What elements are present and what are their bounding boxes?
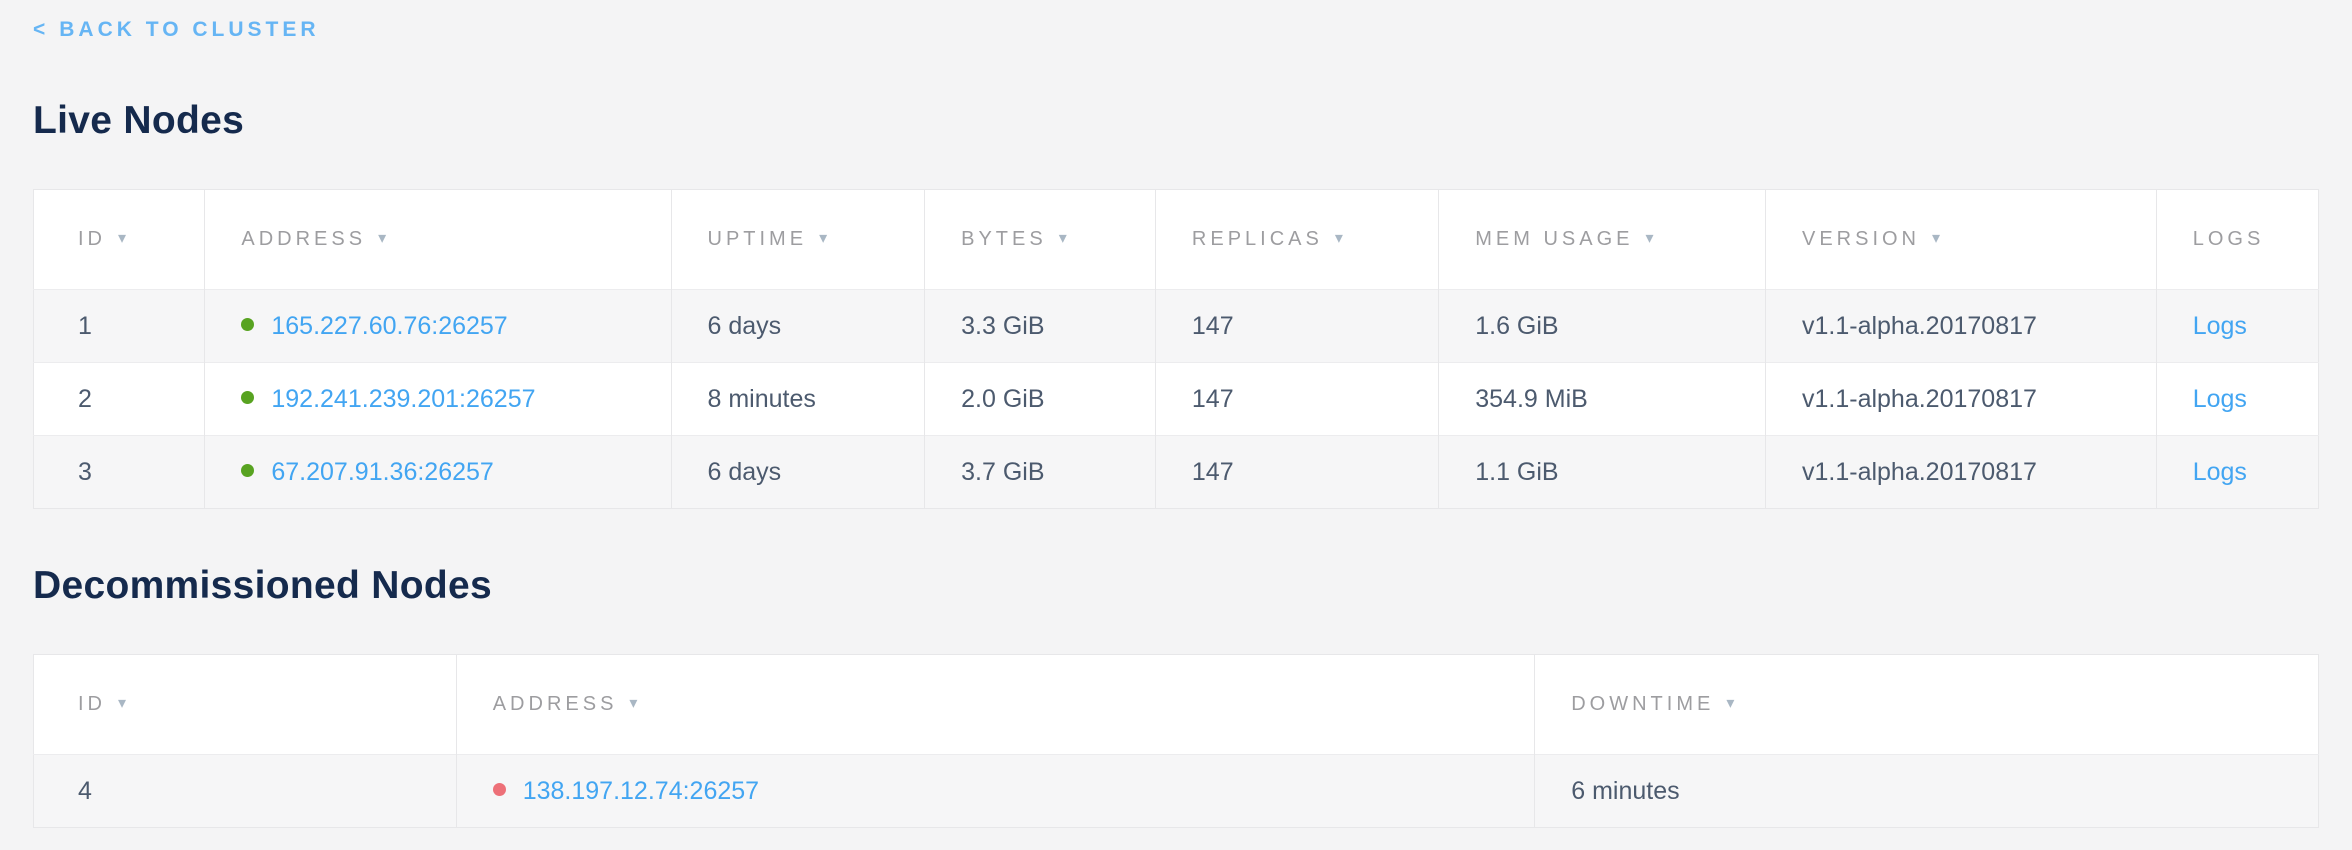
column-header-version[interactable]: VERSION▾ — [1765, 190, 2156, 290]
node-replicas-cell: 147 — [1155, 363, 1438, 436]
node-bytes-cell: 3.3 GiB — [925, 290, 1156, 363]
live-nodes-header-row: ID▾ ADDRESS▾ UPTIME▾ BYTES▾ REPLICAS▾ ME… — [34, 190, 2319, 290]
node-version-cell: v1.1-alpha.20170817 — [1765, 290, 2156, 363]
sort-arrow-icon: ▾ — [378, 228, 386, 248]
node-replicas-cell: 147 — [1155, 290, 1438, 363]
back-to-cluster-link[interactable]: < BACK TO CLUSTER — [33, 16, 320, 44]
live-node-row: 2 192.241.239.201:26257 8 minutes 2.0 Gi… — [34, 363, 2319, 436]
node-address-link[interactable]: 192.241.239.201:26257 — [271, 385, 535, 413]
sort-arrow-icon: ▾ — [118, 693, 126, 713]
nodes-page: < BACK TO CLUSTER Live Nodes ID▾ ADDRESS▾… — [0, 0, 2352, 828]
node-replicas-cell: 147 — [1155, 436, 1438, 509]
node-address-link[interactable]: 165.227.60.76:26257 — [271, 312, 507, 340]
node-uptime-cell: 6 days — [671, 290, 925, 363]
node-address-cell: 165.227.60.76:26257 — [205, 290, 671, 363]
sort-arrow-icon: ▾ — [1335, 228, 1343, 248]
node-mem-usage-cell: 1.1 GiB — [1439, 436, 1766, 509]
node-logs-cell: Logs — [2156, 290, 2318, 363]
sort-arrow-icon: ▾ — [819, 228, 827, 248]
column-header-bytes[interactable]: BYTES▾ — [925, 190, 1156, 290]
node-bytes-cell: 3.7 GiB — [925, 436, 1156, 509]
live-nodes-table: ID▾ ADDRESS▾ UPTIME▾ BYTES▾ REPLICAS▾ ME… — [33, 189, 2319, 509]
node-id-cell: 4 — [34, 755, 457, 828]
node-address-cell: 138.197.12.74:26257 — [456, 755, 1535, 828]
sort-arrow-icon: ▾ — [1726, 693, 1734, 713]
column-header-uptime[interactable]: UPTIME▾ — [671, 190, 925, 290]
sort-arrow-icon: ▾ — [629, 693, 637, 713]
decommissioned-node-row: 4 138.197.12.74:26257 6 minutes — [34, 755, 2319, 828]
sort-arrow-icon: ▾ — [1645, 228, 1653, 248]
node-live-status-icon — [241, 318, 254, 331]
node-downtime-cell: 6 minutes — [1535, 755, 2319, 828]
column-header-mem-usage[interactable]: MEM USAGE▾ — [1439, 190, 1766, 290]
node-address-link[interactable]: 67.207.91.36:26257 — [271, 458, 493, 486]
node-version-cell: v1.1-alpha.20170817 — [1765, 436, 2156, 509]
column-header-downtime[interactable]: DOWNTIME▾ — [1535, 655, 2319, 755]
node-decommissioned-status-icon — [493, 783, 506, 796]
live-nodes-title: Live Nodes — [33, 98, 2319, 143]
back-link-label: BACK TO CLUSTER — [59, 18, 319, 41]
node-uptime-cell: 8 minutes — [671, 363, 925, 436]
decommissioned-nodes-title: Decommissioned Nodes — [33, 563, 2319, 608]
node-address-link[interactable]: 138.197.12.74:26257 — [523, 777, 759, 805]
node-address-cell: 67.207.91.36:26257 — [205, 436, 671, 509]
sort-arrow-icon: ▾ — [118, 228, 126, 248]
node-logs-link[interactable]: Logs — [2193, 312, 2247, 340]
node-logs-link[interactable]: Logs — [2193, 458, 2247, 486]
column-header-address[interactable]: ADDRESS▾ — [456, 655, 1535, 755]
node-id-cell: 3 — [34, 436, 205, 509]
node-mem-usage-cell: 354.9 MiB — [1439, 363, 1766, 436]
node-live-status-icon — [241, 464, 254, 477]
node-live-status-icon — [241, 391, 254, 404]
node-bytes-cell: 2.0 GiB — [925, 363, 1156, 436]
decommissioned-nodes-header-row: ID▾ ADDRESS▾ DOWNTIME▾ — [34, 655, 2319, 755]
node-id-cell: 2 — [34, 363, 205, 436]
column-header-logs: LOGS — [2156, 190, 2318, 290]
node-logs-cell: Logs — [2156, 436, 2318, 509]
decommissioned-nodes-table: ID▾ ADDRESS▾ DOWNTIME▾ 4 138.197.12.74:2… — [33, 654, 2319, 828]
node-uptime-cell: 6 days — [671, 436, 925, 509]
back-chevron-icon: < — [33, 18, 49, 41]
node-mem-usage-cell: 1.6 GiB — [1439, 290, 1766, 363]
node-address-cell: 192.241.239.201:26257 — [205, 363, 671, 436]
node-logs-link[interactable]: Logs — [2193, 385, 2247, 413]
node-version-cell: v1.1-alpha.20170817 — [1765, 363, 2156, 436]
column-header-id[interactable]: ID▾ — [34, 655, 457, 755]
live-node-row: 3 67.207.91.36:26257 6 days 3.7 GiB 147 … — [34, 436, 2319, 509]
column-header-replicas[interactable]: REPLICAS▾ — [1155, 190, 1438, 290]
sort-arrow-icon: ▾ — [1059, 228, 1067, 248]
node-logs-cell: Logs — [2156, 363, 2318, 436]
column-header-id[interactable]: ID▾ — [34, 190, 205, 290]
column-header-address[interactable]: ADDRESS▾ — [205, 190, 671, 290]
node-id-cell: 1 — [34, 290, 205, 363]
live-node-row: 1 165.227.60.76:26257 6 days 3.3 GiB 147… — [34, 290, 2319, 363]
sort-arrow-icon: ▾ — [1932, 228, 1940, 248]
